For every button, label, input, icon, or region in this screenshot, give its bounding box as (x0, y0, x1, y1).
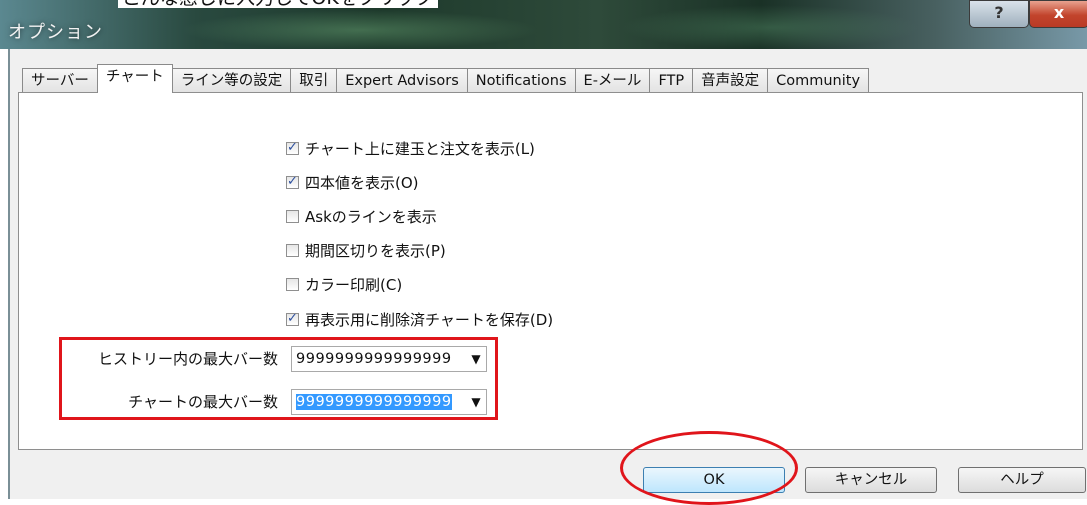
window-help-button[interactable]: ? (969, 0, 1029, 28)
checkbox-label: Askのラインを表示 (305, 207, 437, 226)
selected-text[interactable]: 9999999999999999 (296, 394, 452, 410)
help-button[interactable]: ヘルプ (958, 467, 1086, 493)
tab-trade[interactable]: 取引 (290, 68, 338, 93)
max-bars-chart-combo[interactable]: 9999999999999999 ▼ (291, 389, 487, 415)
max-bars-chart-label: チャートの最大バー数 (128, 393, 278, 411)
window-title: オプション (8, 22, 103, 43)
max-bars-chart-value[interactable]: 9999999999999999 (292, 394, 466, 410)
title-bar-decoration (620, 5, 920, 49)
tab-line-settings[interactable]: ライン等の設定 (171, 68, 292, 93)
window-close-button[interactable]: x (1029, 0, 1087, 28)
checkbox-label: チャート上に建玉と注文を表示(L) (305, 139, 535, 158)
tab-bar: サーバー チャート ライン等の設定 取引 Expert Advisors Not… (22, 64, 870, 93)
checkbox-checked-icon[interactable] (286, 311, 299, 326)
checkbox-label: カラー印刷(C) (305, 275, 403, 294)
cancel-button[interactable]: キャンセル (805, 467, 937, 493)
tab-community[interactable]: Community (767, 68, 870, 93)
checkbox-checked-icon[interactable] (286, 140, 299, 155)
max-bars-history-value[interactable]: 9999999999999999 (292, 351, 466, 367)
chevron-down-icon[interactable]: ▼ (466, 352, 486, 366)
checkbox-show-positions[interactable]: チャート上に建玉と注文を表示(L) (286, 137, 535, 159)
close-icon: x (1053, 3, 1065, 22)
chevron-down-icon[interactable]: ▼ (466, 395, 486, 409)
checkbox-save-deleted-charts[interactable]: 再表示用に削除済チャートを保存(D) (286, 308, 553, 330)
tab-email[interactable]: E-メール (574, 68, 651, 93)
checkbox-checked-icon[interactable] (286, 174, 299, 189)
checkbox-unchecked-icon[interactable] (286, 277, 299, 291)
tab-ftp[interactable]: FTP (649, 68, 694, 93)
max-bars-history-combo[interactable]: 9999999999999999 ▼ (291, 346, 487, 372)
checkbox-color-print[interactable]: カラー印刷(C) (286, 273, 402, 295)
help-icon: ? (994, 3, 1004, 22)
tab-expert-advisors[interactable]: Expert Advisors (336, 68, 468, 93)
tab-chart[interactable]: チャート (96, 64, 173, 93)
checkbox-unchecked-icon[interactable] (286, 209, 299, 223)
checkbox-show-ohlc[interactable]: 四本値を表示(O) (286, 171, 419, 193)
max-bars-history-label: ヒストリー内の最大バー数 (97, 350, 278, 368)
checkbox-label: 四本値を表示(O) (305, 173, 419, 192)
ok-button[interactable]: OK (643, 467, 785, 493)
title-bar-decoration (180, 10, 540, 49)
tab-server[interactable]: サーバー (22, 68, 98, 93)
checkbox-unchecked-icon[interactable] (286, 243, 299, 257)
annotation-caption: こんな感じに入力してOKをクリック (118, 0, 438, 8)
checkbox-label: 期間区切りを表示(P) (305, 241, 446, 260)
checkbox-show-period-separators[interactable]: 期間区切りを表示(P) (286, 239, 446, 261)
checkbox-label: 再表示用に削除済チャートを保存(D) (305, 310, 554, 329)
tab-notifications[interactable]: Notifications (466, 68, 576, 93)
tab-sound-settings[interactable]: 音声設定 (692, 68, 769, 93)
checkbox-show-ask-line[interactable]: Askのラインを表示 (286, 205, 437, 227)
